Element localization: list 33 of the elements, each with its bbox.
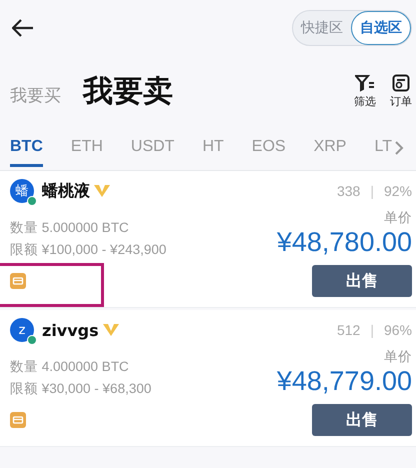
- price-label: 单价: [383, 209, 412, 227]
- coin-tab[interactable]: ETH: [70, 129, 103, 167]
- coin-tab[interactable]: LT: [374, 129, 392, 167]
- quantity-text: 数量 4.000000 BTC: [10, 358, 130, 376]
- mode-option[interactable]: 自选区: [351, 11, 411, 45]
- order-count: 512: [336, 322, 360, 338]
- stats-separator: |: [370, 183, 374, 199]
- side-tab[interactable]: 我要卖: [83, 70, 173, 112]
- avatar: z: [10, 318, 34, 342]
- coin-tab[interactable]: HT: [202, 129, 224, 167]
- mode-option[interactable]: 快捷区: [293, 11, 351, 45]
- sell-button[interactable]: 出售: [312, 404, 412, 436]
- unit-price: ¥48,779.00: [276, 366, 412, 397]
- filter-button[interactable]: 筛选: [354, 74, 376, 108]
- completion-rate: 96%: [384, 322, 412, 338]
- coin-tab[interactable]: XRP: [314, 129, 346, 167]
- order-count: 338: [336, 183, 360, 199]
- limit-text: 限额 ¥100,000 - ¥243,900: [10, 241, 166, 259]
- sell-button[interactable]: 出售: [312, 265, 412, 297]
- coin-tab[interactable]: EOS: [252, 129, 286, 167]
- orders-button[interactable]: 订单: [390, 74, 412, 108]
- avatar: 蟠: [10, 179, 34, 203]
- price-label: 单价: [383, 348, 412, 366]
- merchant-name[interactable]: 蟠桃液: [42, 180, 90, 202]
- limit-text: 限额 ¥30,000 - ¥68,300: [10, 380, 152, 398]
- stats-separator: |: [370, 322, 374, 338]
- coin-tab[interactable]: USDT: [130, 129, 174, 167]
- completion-rate: 92%: [384, 183, 412, 199]
- side-tab[interactable]: 我要买: [10, 84, 61, 106]
- coin-tab[interactable]: BTC: [10, 129, 43, 167]
- quantity-text: 数量 5.000000 BTC: [10, 219, 130, 237]
- unit-price: ¥48,780.00: [276, 227, 412, 258]
- merchant-name[interactable]: zivvgs: [42, 320, 99, 340]
